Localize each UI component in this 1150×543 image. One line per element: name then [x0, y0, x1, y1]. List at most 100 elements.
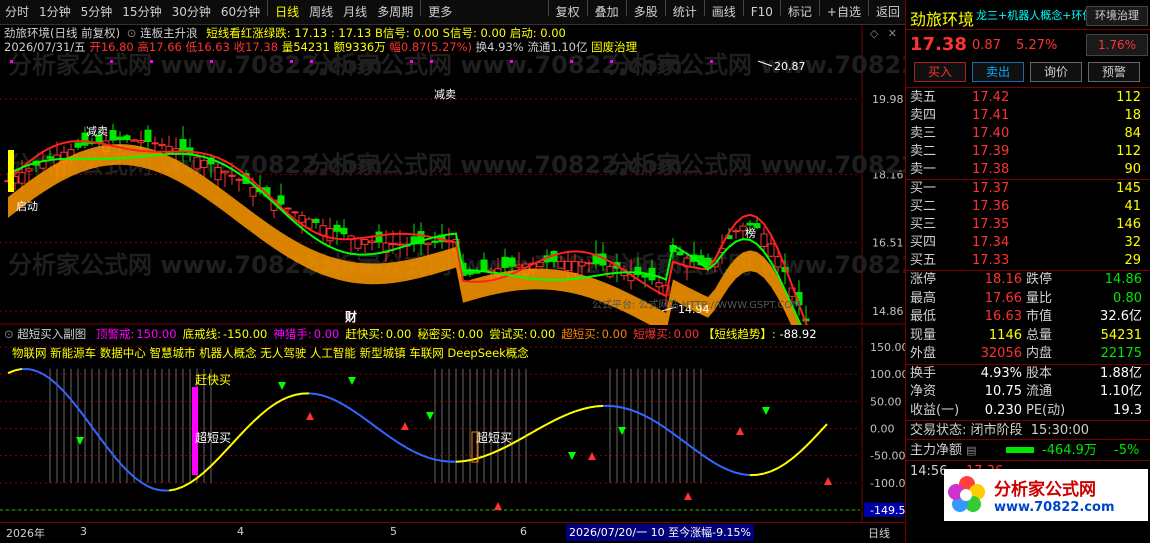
- oscillator-segment: [42, 373, 51, 380]
- stat-value: 19.3: [1113, 402, 1142, 418]
- order-book-row[interactable]: 买五 17.33 29: [906, 252, 1150, 270]
- toolbar-action-button[interactable]: F10: [746, 0, 778, 25]
- oscillator-segment: [175, 485, 184, 491]
- toolbar-action-button[interactable]: 叠加: [590, 0, 624, 25]
- alert-button[interactable]: 预警: [1088, 62, 1140, 82]
- period-tab[interactable]: 30分钟: [167, 0, 216, 25]
- signal-dot: [110, 60, 113, 63]
- stat-label: 涨停: [910, 272, 937, 287]
- oscillator-segment: [553, 416, 562, 422]
- candle-body: [536, 261, 544, 268]
- book-price: 17.39: [972, 144, 1010, 159]
- book-volume: 41: [1124, 199, 1141, 214]
- order-book-row[interactable]: 买三 17.35 146: [906, 216, 1150, 234]
- sub-indicator-chart[interactable]: 150.00 100.00 50.00 0.00 -50.00 -100.00 -149.5…: [0, 327, 912, 522]
- diamond-icon[interactable]: ◇: [870, 27, 878, 40]
- order-book-row[interactable]: 卖四 17.41 18: [906, 107, 1150, 125]
- kline-svg[interactable]: 19.9818.1616.5114.86分析家公式网 www.70822.com…: [0, 25, 983, 388]
- order-book-row[interactable]: 卖五 17.42 112: [906, 89, 1150, 107]
- order-book-row[interactable]: 卖三 17.40 84: [906, 125, 1150, 143]
- trade-status-row: 交易状态: 闭市阶段 15:30:00: [906, 421, 1150, 440]
- period-tab[interactable]: 更多: [423, 0, 457, 25]
- book-level-label: 卖四: [910, 108, 937, 123]
- toolbar-action-button[interactable]: 返回: [871, 0, 905, 25]
- oscillator-segment: [385, 433, 394, 441]
- toolbar-divider: [420, 0, 422, 16]
- oscillator-segment: [406, 447, 415, 453]
- year-label: 2026年: [6, 527, 45, 540]
- close-icon[interactable]: ✕: [888, 27, 897, 40]
- toolbar-action-button[interactable]: 复权: [551, 0, 585, 25]
- period-tab[interactable]: 周线: [304, 0, 338, 25]
- candle-body: [123, 135, 131, 141]
- param-label: 顶警戒:: [95, 327, 135, 341]
- formula-values: 短线看红涨绿跌: 17.13 : 17.13 B信号: 0.00 S信号: 0.…: [206, 26, 566, 40]
- inquiry-button[interactable]: 询价: [1030, 62, 1082, 82]
- period-tab[interactable]: 60分钟: [216, 0, 265, 25]
- param-label: 底戒线:: [182, 327, 221, 341]
- stat-value: 0.230: [984, 402, 1022, 418]
- period-toolbar: 分时 1分钟 5分钟 15分钟 30分钟 60分钟 日线 周线 月线 多周期 更多 复权 叠加 多股 统计…: [0, 0, 905, 25]
- order-book-row[interactable]: 卖二 17.39 112: [906, 143, 1150, 161]
- param-value: 0.00: [313, 327, 340, 341]
- oscillator-segment: [119, 462, 128, 472]
- oscillator-segment: [133, 476, 142, 484]
- toolbar-action-button[interactable]: 统计: [668, 0, 702, 25]
- candle-body: [361, 239, 369, 245]
- candle-body: [431, 240, 439, 243]
- stat-row: 涨停 18.16 跌停 14.86: [906, 271, 1150, 290]
- toolbar-action-button[interactable]: 标记: [783, 0, 817, 25]
- period-tab[interactable]: 日线: [270, 0, 304, 25]
- order-book-row[interactable]: 卖一 17.38 90: [906, 161, 1150, 179]
- stock-name: 劲旅环境: [910, 10, 975, 29]
- book-volume: 18: [1124, 108, 1141, 123]
- period-tab[interactable]: 15分钟: [117, 0, 166, 25]
- toolbar-divider: [867, 0, 869, 16]
- stat-label: 市值: [1026, 309, 1053, 324]
- formula-name[interactable]: 连板主升浪: [140, 26, 198, 40]
- stat-value: 1.10亿: [1100, 384, 1142, 399]
- period-tab[interactable]: 1分钟: [34, 0, 76, 25]
- oscillator-segment: [651, 418, 660, 425]
- period-tab[interactable]: 多周期: [372, 0, 418, 25]
- stat-row: 最低 16.63 市值 32.6亿: [906, 308, 1150, 327]
- book-price: 17.35: [972, 217, 1010, 232]
- up-arrow-icon: [401, 422, 409, 430]
- period-label[interactable]: 日线: [868, 525, 890, 541]
- order-book-row[interactable]: 买二 17.36 41: [906, 198, 1150, 216]
- month-label: 4: [237, 525, 244, 538]
- flow-bar: [1006, 447, 1034, 453]
- stat-label: 最低: [910, 309, 937, 324]
- oscillator-segment: [329, 397, 338, 403]
- order-book-row[interactable]: 买四 17.34 32: [906, 234, 1150, 252]
- period-tab[interactable]: 月线: [338, 0, 372, 25]
- turnover-value: 换4.93%: [475, 40, 524, 54]
- buy-button[interactable]: 买入: [914, 62, 966, 82]
- oscillator-segment: [637, 411, 646, 417]
- candle-body: [557, 260, 565, 269]
- order-book-row[interactable]: 买一 17.37 145: [906, 180, 1150, 198]
- main-kline-chart[interactable]: 19.98 18.16 16.51 14.86 分析家公式网 www.70822.com…: [0, 25, 983, 388]
- candle-body: [235, 178, 243, 181]
- period-tab[interactable]: 分时: [0, 0, 34, 25]
- candle-body: [18, 172, 26, 184]
- toolbar-action-button[interactable]: 多股: [629, 0, 663, 25]
- period-tab[interactable]: 5分钟: [76, 0, 118, 25]
- sector-badge[interactable]: 环境治理: [1086, 6, 1148, 26]
- formula-toggle-icon[interactable]: ⊙: [127, 26, 137, 40]
- toolbar-action-button[interactable]: 画线: [707, 0, 741, 25]
- oscillator-segment: [539, 423, 548, 429]
- stat-label: 最高: [910, 290, 937, 306]
- formula-toggle-icon[interactable]: ⊙: [4, 327, 14, 341]
- stat-row: 收益(一) 0.230 PE(动) 19.3: [906, 402, 1150, 421]
- oscillator-segment: [483, 452, 492, 458]
- indicator-axis-label: -149.55: [870, 504, 905, 517]
- candle-body: [473, 271, 481, 274]
- oscillator-segment: [742, 473, 751, 477]
- stat-label: PE(动): [1026, 402, 1066, 418]
- sub-title[interactable]: 超短买入副图: [17, 327, 86, 341]
- list-icon[interactable]: ▤: [966, 444, 976, 457]
- sell-button[interactable]: 卖出: [972, 62, 1024, 82]
- price-axis-label: 16.51: [872, 237, 904, 250]
- toolbar-action-button[interactable]: +自选: [822, 0, 866, 25]
